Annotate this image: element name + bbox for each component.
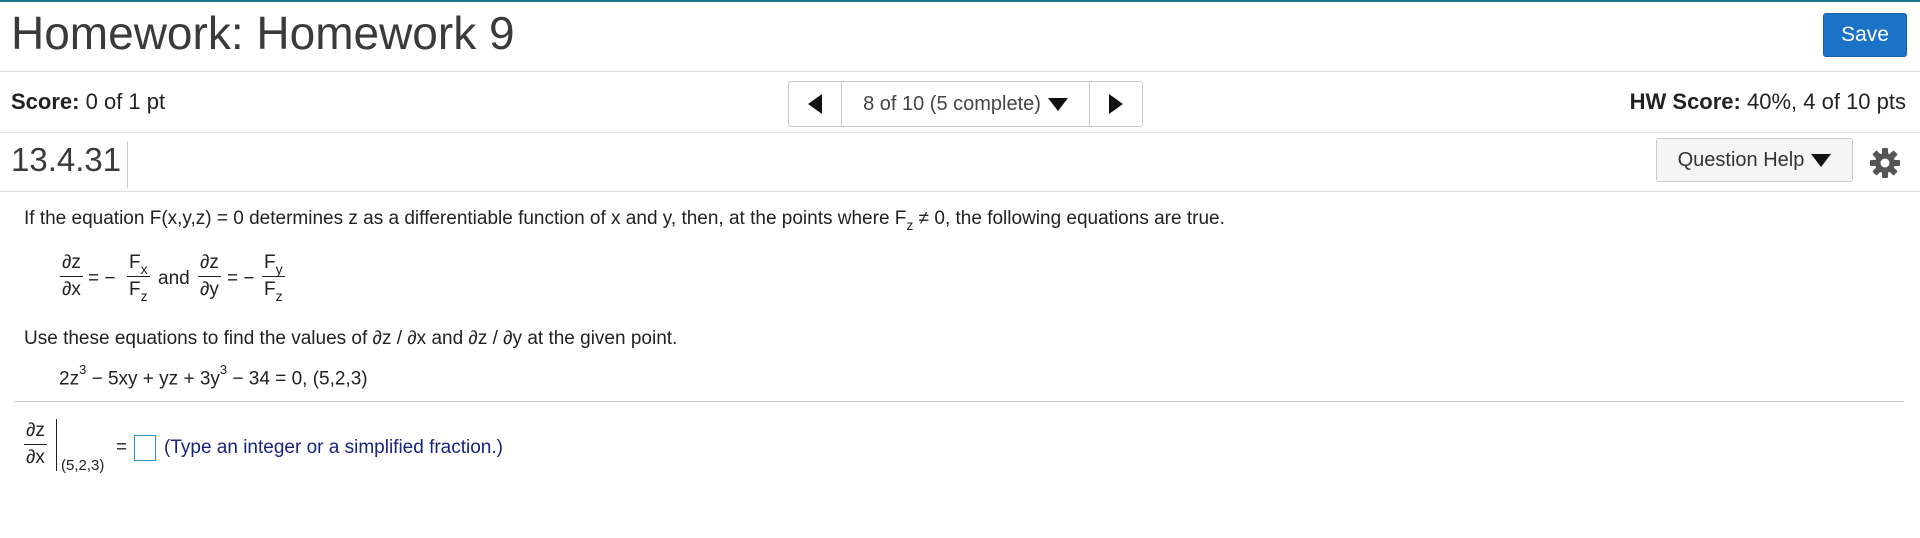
- previous-question-button[interactable]: [789, 82, 842, 126]
- dz-dx-fraction: ∂z ∂x: [60, 252, 83, 300]
- answer-equals: =: [116, 437, 128, 458]
- answer-hint: (Type an integer or a simplified fractio…: [164, 437, 503, 458]
- score: Score: 0 of 1 pt: [11, 89, 165, 115]
- question-navigator: 8 of 10 (5 complete): [788, 81, 1143, 127]
- score-bar: Score: 0 of 1 pt 8 of 10 (5 complete) HW…: [0, 72, 1920, 133]
- caret-down-icon: [1811, 153, 1832, 167]
- question-bar: 13.4.31 Question Help: [0, 133, 1920, 192]
- question-instruction: Use these equations to find the values o…: [24, 328, 678, 349]
- equals-minus: = −: [227, 268, 255, 289]
- hw-score-value: 40%, 4 of 10 pts: [1747, 89, 1906, 114]
- question-number: 13.4.31: [11, 141, 122, 178]
- caret-down-icon: [1047, 97, 1068, 111]
- answer-dz-dx-fraction: ∂z ∂x: [24, 420, 47, 468]
- hw-score: HW Score: 40%, 4 of 10 pts: [1630, 89, 1906, 115]
- title-bar: Homework: Homework 9 Save: [0, 2, 1920, 72]
- equals-minus: = −: [88, 268, 116, 289]
- triangle-right-icon: [1109, 94, 1123, 114]
- hw-score-label: HW Score:: [1629, 89, 1741, 114]
- fx-fz-fraction: Fx Fz: [127, 252, 150, 304]
- page-title: Homework: Homework 9: [11, 7, 515, 59]
- triangle-left-icon: [808, 94, 822, 114]
- next-question-button[interactable]: [1089, 82, 1142, 126]
- question-help-label: Question Help: [1677, 148, 1805, 171]
- score-value: 0 of 1 pt: [85, 89, 166, 114]
- given-equation: 2z3 − 5xy + yz + 3y3 − 34 = 0, (5,2,3): [59, 362, 368, 390]
- evaluation-bar: [56, 419, 57, 471]
- answer-input[interactable]: [134, 435, 156, 461]
- question-position-label: 8 of 10 (5 complete): [863, 92, 1041, 115]
- fy-fz-fraction: Fy Fz: [262, 252, 285, 304]
- question-intro: If the equation F(x,y,z) = 0 determines …: [24, 208, 1225, 233]
- evaluation-point: (5,2,3): [61, 457, 105, 474]
- divider: [127, 141, 128, 188]
- score-label: Score:: [11, 89, 80, 114]
- gear-icon[interactable]: [1869, 147, 1901, 179]
- dz-dy-fraction: ∂z ∂y: [198, 252, 221, 300]
- and-text: and: [158, 268, 190, 289]
- divider: [14, 401, 1904, 402]
- question-select-dropdown[interactable]: 8 of 10 (5 complete): [842, 82, 1089, 126]
- question-help-button[interactable]: Question Help: [1656, 138, 1853, 182]
- save-button[interactable]: Save: [1823, 13, 1907, 57]
